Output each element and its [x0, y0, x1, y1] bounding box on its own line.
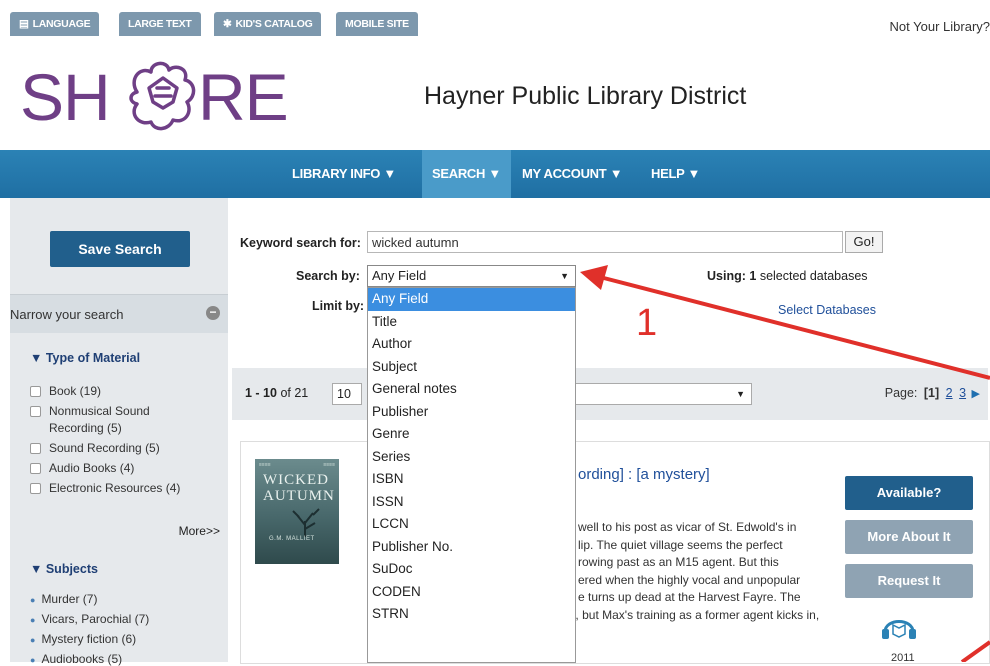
nav-help[interactable]: HELP ▼ [641, 150, 710, 198]
next-page-icon[interactable]: ▶ [972, 388, 980, 400]
nav-my-account[interactable]: MY ACCOUNT ▼ [512, 150, 632, 198]
results-bar: 1 - 10 of 21 10 ▼ Page: [1] 2 3 ▶ [232, 368, 988, 420]
subjects-heading[interactable]: ▼ Subjects [30, 562, 98, 576]
keyword-search-input[interactable]: wicked autumn [367, 231, 843, 253]
request-it-button[interactable]: Request It [845, 564, 973, 598]
subject-item[interactable]: ● Murder (7) [30, 592, 97, 606]
keyword-label: Keyword search for: [240, 236, 361, 250]
checkbox[interactable] [30, 463, 41, 474]
facet-audio-books[interactable]: Audio Books (4) [30, 461, 134, 475]
cover-top-text: ≡≡≡≡ [323, 462, 335, 468]
facet-nonmusical-sound-line2[interactable]: Recording (5) [49, 421, 122, 435]
subject-item[interactable]: ● Vicars, Parochial (7) [30, 612, 149, 626]
result-record: ≡≡≡≡ ≡≡≡≡ WICKED AUTUMN G.M. MALLIET ord… [240, 441, 990, 664]
checkbox[interactable] [30, 386, 41, 397]
dropdown-option[interactable]: Publisher No. [368, 536, 575, 559]
dropdown-option[interactable]: Series [368, 446, 575, 469]
large-text-link[interactable]: LARGE TEXT [119, 12, 201, 36]
dropdown-option[interactable]: SuDoc [368, 558, 575, 581]
select-databases-link[interactable]: Select Databases [778, 303, 876, 317]
dropdown-option[interactable]: Title [368, 311, 575, 334]
record-title[interactable]: ording] : [a mystery] [578, 466, 710, 483]
results-count: 1 - 10 of 21 [245, 386, 309, 400]
facet-electronic-resources[interactable]: Electronic Resources (4) [30, 481, 180, 495]
dropdown-option[interactable]: STRN [368, 603, 575, 626]
cover-top-text: ≡≡≡≡ [259, 462, 271, 468]
nav-search[interactable]: SEARCH ▼ [422, 150, 511, 198]
pagination: Page: [1] 2 3 ▶ [884, 386, 980, 400]
bullet-icon: ● [30, 615, 36, 625]
facet-sound-recording[interactable]: Sound Recording (5) [30, 441, 160, 455]
checkbox[interactable] [30, 443, 41, 454]
not-your-library-link[interactable]: Not Your Library? [890, 19, 990, 34]
dropdown-option[interactable]: LCCN [368, 513, 575, 536]
nav-library-info[interactable]: LIBRARY INFO ▼ [282, 150, 406, 198]
page-link[interactable]: 2 [946, 386, 953, 400]
cover-title-line: WICKED [263, 472, 329, 488]
dropdown-option[interactable]: Publisher [368, 401, 575, 424]
record-description: well to his post as vicar of St. Edwold'… [428, 520, 820, 622]
top-utility-bar: ▤ LANGUAGE LARGE TEXT ✱ KID'S CATALOG MOBI… [0, 0, 990, 42]
main-content: Keyword search for: wicked autumn Go! Se… [232, 198, 990, 664]
facet-nonmusical-sound[interactable]: Nonmusical Sound [30, 404, 150, 418]
checkbox[interactable] [30, 406, 41, 417]
audiobook-icon [882, 620, 916, 639]
record-year: 2011 [891, 652, 915, 664]
sidebar: Save Search Narrow your search − ▼ Type … [10, 198, 228, 666]
language-link[interactable]: ▤ LANGUAGE [10, 12, 100, 36]
logo-text-left: SH [20, 60, 111, 134]
available-button[interactable]: Available? [845, 476, 973, 510]
tree-illustration [292, 508, 320, 537]
dropdown-option[interactable]: ISSN [368, 491, 575, 514]
per-page-select[interactable]: 10 [332, 383, 362, 405]
search-by-select[interactable]: Any Field ▼ [367, 265, 576, 287]
subject-item[interactable]: ● Mystery fiction (6) [30, 632, 136, 646]
using-databases: Using: 1 selected databases [707, 269, 868, 283]
bullet-icon: ● [30, 595, 36, 605]
mobile-site-link[interactable]: MOBILE SITE [336, 12, 418, 36]
cover-author: G.M. MALLIET [269, 536, 315, 542]
more-about-it-button[interactable]: More About It [845, 520, 973, 554]
kids-catalog-link[interactable]: ✱ KID'S CATALOG [214, 12, 322, 36]
main-nav: LIBRARY INFO ▼ SEARCH ▼ MY ACCOUNT ▼ HEL… [0, 150, 990, 198]
dropdown-option[interactable]: General notes [368, 378, 575, 401]
dropdown-option[interactable]: Author [368, 333, 575, 356]
dropdown-option[interactable]: Subject [368, 356, 575, 379]
cover-image[interactable]: ≡≡≡≡ ≡≡≡≡ WICKED AUTUMN G.M. MALLIET [255, 459, 339, 564]
flag-icon: ▤ [19, 18, 29, 30]
dropdown-option[interactable]: ISBN [368, 468, 575, 491]
subject-item[interactable]: ● Audiobooks (5) [30, 652, 122, 666]
facet-book[interactable]: Book (19) [30, 384, 101, 398]
annotation-number: 1 [636, 302, 658, 344]
library-name: Hayner Public Library District [424, 82, 747, 110]
search-by-label: Search by: [296, 269, 360, 283]
narrow-search-header[interactable]: Narrow your search − [10, 294, 228, 333]
bullet-icon: ● [30, 655, 36, 665]
hand-heart-icon [129, 61, 196, 131]
type-of-material-heading[interactable]: ▼ Type of Material [30, 351, 140, 365]
sort-select[interactable]: ▼ [562, 383, 752, 405]
dropdown-option[interactable]: CODEN [368, 581, 575, 604]
search-by-dropdown: Any Field Title Author Subject General n… [367, 287, 576, 663]
save-search-button[interactable]: Save Search [50, 231, 190, 267]
checkbox[interactable] [30, 483, 41, 494]
current-page: [1] [923, 386, 940, 400]
star-icon: ✱ [223, 18, 232, 30]
go-button[interactable]: Go! [845, 231, 883, 253]
share-logo[interactable]: SH RE [20, 52, 289, 142]
narrow-search-title: Narrow your search [10, 307, 124, 322]
bullet-icon: ● [30, 635, 36, 645]
chevron-down-icon: ▼ [560, 271, 569, 281]
more-facets-link[interactable]: More>> [179, 524, 220, 538]
collapse-icon[interactable]: − [206, 306, 220, 320]
dropdown-option[interactable]: Genre [368, 423, 575, 446]
chevron-down-icon: ▼ [736, 389, 745, 399]
logo-text-right: RE [198, 60, 289, 134]
limit-by-label: Limit by: [312, 299, 365, 313]
page-link[interactable]: 3 [959, 386, 966, 400]
dropdown-option[interactable]: Any Field [368, 288, 575, 311]
